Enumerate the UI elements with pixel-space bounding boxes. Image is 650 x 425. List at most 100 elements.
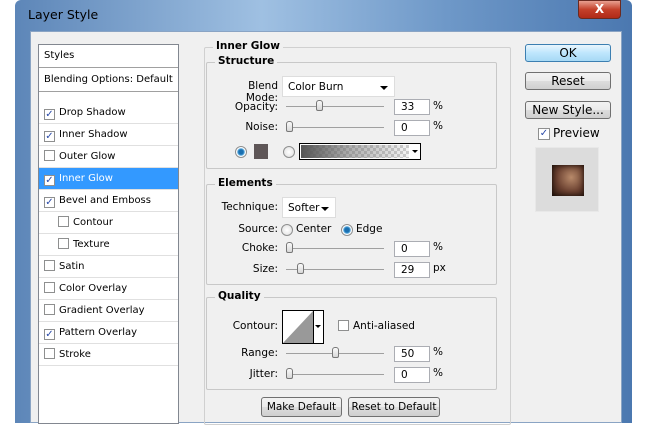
slider-thumb[interactable]: [316, 100, 324, 111]
style-preview: [535, 147, 599, 212]
technique-value: Softer: [288, 202, 320, 214]
gradient-picker[interactable]: [299, 143, 421, 160]
sidebar-item-satin[interactable]: Satin: [39, 256, 178, 278]
solid-color-radio[interactable]: [235, 146, 247, 158]
jitter-slider[interactable]: [286, 368, 384, 379]
chevron-down-icon: [412, 150, 418, 153]
sidebar-item-texture[interactable]: Texture: [39, 234, 178, 256]
blend-mode-value: Color Burn: [288, 81, 344, 93]
percent-unit: %: [433, 346, 443, 358]
anti-aliased-checkbox[interactable]: [338, 320, 349, 331]
style-checkbox[interactable]: [44, 150, 55, 161]
sidebar-item-label: Stroke: [59, 349, 91, 360]
new-style-button[interactable]: New Style...: [525, 101, 611, 119]
preview-label: Preview: [553, 126, 600, 140]
style-checkbox[interactable]: [58, 216, 69, 227]
choke-slider[interactable]: [286, 242, 384, 253]
style-checkbox[interactable]: ✓: [44, 109, 55, 120]
sidebar-item-label: Drop Shadow: [59, 107, 126, 118]
slider-thumb[interactable]: [331, 347, 339, 358]
reset-button[interactable]: Reset: [525, 72, 611, 90]
sidebar-item-label: Texture: [73, 239, 110, 250]
opacity-slider[interactable]: [286, 100, 384, 111]
sidebar-item-blending-options-default[interactable]: Blending Options: Default: [39, 69, 178, 92]
range-slider[interactable]: [286, 347, 384, 358]
noise-input[interactable]: 0: [394, 120, 430, 136]
sidebar-item-label: Pattern Overlay: [59, 327, 138, 338]
sidebar-item-pattern-overlay[interactable]: ✓ Pattern Overlay: [39, 322, 178, 344]
range-input[interactable]: 50: [394, 346, 430, 362]
style-checkbox[interactable]: ✓: [44, 131, 55, 142]
technique-label: Technique:: [221, 201, 278, 213]
elements-title: Elements: [215, 177, 276, 189]
sidebar-item-styles[interactable]: Styles: [39, 45, 178, 68]
sidebar-item-label: Inner Shadow: [59, 129, 128, 140]
sidebar-item-label: Gradient Overlay: [59, 305, 145, 316]
choke-label: Choke:: [241, 242, 278, 254]
source-center-radio[interactable]: [281, 224, 293, 236]
style-checkbox[interactable]: ✓: [44, 329, 55, 340]
slider-thumb[interactable]: [286, 121, 293, 132]
sidebar-item-label: Blending Options: Default: [44, 74, 173, 85]
percent-unit: %: [433, 367, 443, 379]
anti-aliased-label: Anti-aliased: [353, 320, 415, 332]
slider-thumb[interactable]: [296, 263, 304, 274]
style-checkbox[interactable]: [44, 282, 55, 293]
gradient-preview: [301, 145, 409, 158]
sidebar-item-outer-glow[interactable]: Outer Glow: [39, 146, 178, 168]
style-checkbox[interactable]: [58, 238, 69, 249]
sidebar-item-color-overlay[interactable]: Color Overlay: [39, 278, 178, 300]
size-slider[interactable]: [286, 263, 384, 274]
contour-curve-icon: [283, 311, 313, 343]
jitter-label: Jitter:: [249, 368, 278, 380]
contour-picker[interactable]: [282, 310, 324, 344]
style-checkbox[interactable]: [44, 304, 55, 315]
style-checkbox[interactable]: [44, 260, 55, 271]
inner-glow-title: Inner Glow: [213, 40, 283, 52]
style-checkbox[interactable]: ✓: [44, 175, 55, 186]
percent-unit: %: [433, 241, 443, 253]
size-input[interactable]: 29: [394, 262, 430, 278]
chevron-down-icon: [315, 325, 321, 328]
percent-unit: %: [433, 120, 443, 132]
close-button[interactable]: X: [578, 0, 621, 19]
opacity-input[interactable]: 33: [394, 99, 430, 115]
slider-thumb[interactable]: [286, 368, 293, 379]
chevron-down-icon: [321, 207, 329, 211]
source-edge-radio[interactable]: [341, 224, 353, 236]
size-label: Size:: [252, 263, 278, 275]
px-unit: px: [433, 262, 446, 274]
reset-to-default-button[interactable]: Reset to Default: [348, 397, 440, 417]
sidebar-item-bevel-and-emboss[interactable]: ✓ Bevel and Emboss: [39, 190, 178, 212]
sidebar-item-drop-shadow[interactable]: ✓ Drop Shadow: [39, 102, 178, 124]
opacity-label: Opacity:: [234, 101, 278, 113]
slider-thumb[interactable]: [286, 242, 293, 253]
style-checkbox[interactable]: ✓: [44, 197, 55, 208]
sidebar-item-contour[interactable]: Contour: [39, 212, 178, 234]
sidebar-item-inner-glow[interactable]: ✓ Inner Glow: [39, 168, 178, 190]
gradient-radio[interactable]: [283, 146, 295, 158]
sidebar-item-label: Outer Glow: [59, 151, 116, 162]
preview-thumbnail: [552, 165, 584, 196]
sidebar-item-stroke[interactable]: Stroke: [39, 344, 178, 366]
sidebar-item-label: Inner Glow: [59, 173, 113, 184]
structure-title: Structure: [215, 55, 278, 67]
style-checkbox[interactable]: [44, 348, 55, 359]
preview-checkbox[interactable]: ✓: [538, 128, 550, 140]
sidebar-item-inner-shadow[interactable]: ✓ Inner Shadow: [39, 124, 178, 146]
jitter-input[interactable]: 0: [394, 367, 430, 383]
percent-unit: %: [433, 100, 443, 112]
ok-button[interactable]: OK: [525, 44, 611, 62]
make-default-button[interactable]: Make Default: [261, 397, 342, 417]
sidebar-item-label: Bevel and Emboss: [59, 195, 151, 206]
noise-label: Noise:: [245, 121, 278, 133]
glow-color-swatch[interactable]: [254, 144, 268, 159]
choke-input[interactable]: 0: [394, 241, 430, 257]
center-label: Center: [296, 223, 332, 235]
sidebar-item-label: Color Overlay: [59, 283, 128, 294]
technique-select[interactable]: Softer: [282, 197, 336, 218]
blend-mode-select[interactable]: Color Burn: [282, 76, 395, 97]
contour-label: Contour:: [232, 320, 278, 332]
noise-slider[interactable]: [286, 121, 384, 132]
sidebar-item-gradient-overlay[interactable]: Gradient Overlay: [39, 300, 178, 322]
